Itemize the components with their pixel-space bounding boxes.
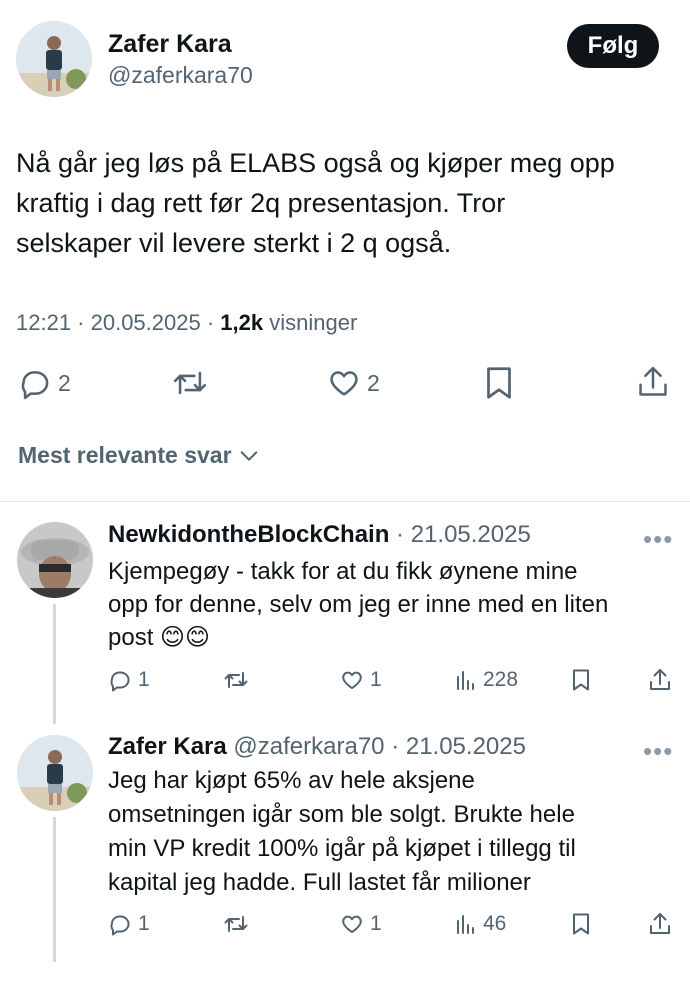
views-button[interactable]: 46	[455, 912, 506, 936]
share-icon	[650, 913, 670, 934]
reply-date[interactable]: · 21.05.2025	[396, 521, 531, 548]
bookmark-icon	[573, 913, 589, 935]
reply-text: Jeg har kjøpt 65% av hele aksjene omsetn…	[108, 764, 576, 900]
reply-sort-selector[interactable]: Mest relevante svar	[18, 442, 260, 469]
like-button[interactable]: 1	[340, 668, 382, 692]
retweet-button[interactable]	[222, 668, 250, 692]
reply-sort-label: Mest relevante svar	[18, 442, 232, 468]
share-button[interactable]	[648, 667, 672, 693]
analytics-icon	[455, 668, 477, 692]
reply-author-name[interactable]: Zafer Kara	[108, 733, 227, 760]
reply-icon	[18, 366, 52, 400]
reply-text-line: Jeg har kjøpt 65% av hele aksjene	[108, 767, 475, 794]
share-button[interactable]	[648, 911, 672, 937]
reply-text: Kjempegøy - takk for at du fikk øynene m…	[108, 555, 608, 654]
retweet-icon	[173, 371, 207, 395]
like-button[interactable]: 2	[327, 366, 380, 400]
tweet-text-line: selskaper vil levere sterkt i 2 q også.	[16, 228, 452, 258]
like-button[interactable]: 1	[340, 912, 382, 936]
chevron-down-icon	[238, 445, 260, 467]
like-count: 1	[370, 668, 382, 691]
reply-header: NewkidontheBlockChain · 21.05.2025	[108, 521, 531, 549]
reply-icon	[108, 912, 132, 936]
bookmark-button[interactable]	[571, 912, 591, 936]
author-avatar[interactable]	[16, 21, 92, 97]
views-count: 46	[483, 912, 507, 935]
divider	[0, 501, 690, 502]
thread-line	[53, 817, 56, 962]
tweet-timestamp[interactable]: 12:21 · 20.05.2025 ·	[16, 310, 214, 335]
bookmark-button[interactable]	[484, 365, 514, 401]
reply-avatar[interactable]	[17, 735, 93, 811]
reply-button[interactable]: 2	[18, 366, 71, 400]
thread-line	[53, 604, 56, 724]
like-icon	[327, 366, 361, 400]
share-icon	[639, 366, 667, 396]
reply-text-line: omsetningen igår som ble solgt. Brukte h…	[108, 801, 575, 828]
like-icon	[340, 668, 364, 692]
reply-author-name[interactable]: NewkidontheBlockChain	[108, 521, 389, 548]
bookmark-icon	[573, 669, 589, 691]
like-icon	[340, 912, 364, 936]
follow-button[interactable]: Følg	[567, 24, 659, 68]
reply-count: 1	[138, 912, 150, 935]
reply-text-line: post 😊😊	[108, 624, 211, 651]
reply-button[interactable]: 1	[108, 912, 150, 936]
retweet-button[interactable]	[222, 912, 250, 936]
reply-text-line: Kjempegøy - takk for at du fikk øynene m…	[108, 558, 578, 585]
more-options-icon[interactable]: •••	[643, 526, 673, 552]
bookmark-icon	[487, 367, 511, 399]
reply-count: 2	[58, 369, 71, 396]
share-icon	[650, 669, 670, 690]
reply-date[interactable]: · 21.05.2025	[391, 733, 526, 760]
views-button[interactable]: 228	[455, 668, 518, 692]
tweet-text-line: Nå går jeg løs på ELABS også og kjøper m…	[16, 148, 615, 178]
views-count: 228	[483, 668, 519, 691]
retweet-icon	[224, 916, 248, 932]
share-button[interactable]	[636, 364, 670, 400]
like-count: 1	[370, 912, 382, 935]
author-handle[interactable]: @zaferkara70	[108, 62, 253, 89]
tweet-text-line: kraftig i dag rett før 2q presentasjon. …	[16, 188, 506, 218]
retweet-icon	[224, 672, 248, 688]
reply-text-line: kapital jeg hadde. Full lastet får milio…	[108, 869, 531, 896]
author-name[interactable]: Zafer Kara	[108, 30, 232, 59]
reply-button[interactable]: 1	[108, 668, 150, 692]
tweet-meta: 12:21 · 20.05.2025 · 1,2k visninger	[16, 310, 357, 336]
reply-author-handle[interactable]: @zaferkara70	[233, 733, 384, 760]
retweet-button[interactable]	[171, 366, 209, 400]
reply-header: Zafer Kara @zaferkara70 · 21.05.2025	[108, 733, 526, 761]
more-options-icon[interactable]: •••	[643, 738, 673, 764]
reply-avatar[interactable]	[17, 522, 93, 598]
views-label: visninger	[269, 310, 358, 335]
reply-text-line: min VP kredit 100% igår på kjøpet i till…	[108, 835, 576, 862]
views-count: 1,2k	[220, 310, 264, 335]
reply-text-line: opp for denne, selv om jeg er inne med e…	[108, 591, 609, 618]
reply-icon	[108, 668, 132, 692]
like-count: 2	[367, 369, 380, 396]
analytics-icon	[455, 912, 477, 936]
reply-count: 1	[138, 668, 150, 691]
tweet-text: Nå går jeg løs på ELABS også og kjøper m…	[16, 143, 615, 263]
bookmark-button[interactable]	[571, 668, 591, 692]
